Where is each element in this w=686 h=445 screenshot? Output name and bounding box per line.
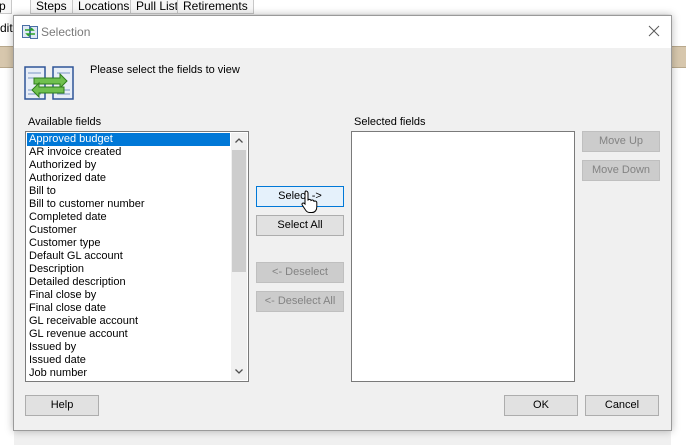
available-field-item[interactable]: Default GL account [27, 250, 230, 263]
available-fields-label: Available fields [28, 116, 102, 128]
close-icon [648, 25, 660, 37]
available-field-item[interactable]: Job number [27, 367, 230, 380]
close-button[interactable] [639, 16, 671, 48]
available-field-item[interactable]: GL revenue account [27, 328, 230, 341]
selection-app-icon [22, 25, 38, 39]
deselect-all-button[interactable]: <- Deselect All [256, 291, 344, 312]
selection-dialog: Selection Please select the fields to vi… [13, 15, 672, 431]
available-field-item[interactable]: Issued by [27, 341, 230, 354]
selected-fields-label: Selected fields [354, 116, 426, 128]
available-field-item[interactable]: Customer type [27, 237, 230, 250]
background-row-fragment: dit [0, 21, 13, 35]
background-tab-strip: p Steps Locations Pull List Retirements [0, 0, 686, 14]
help-button[interactable]: Help [25, 395, 99, 416]
available-field-item[interactable]: Final close by [27, 289, 230, 302]
available-fields-scrollbar[interactable] [231, 133, 247, 380]
background-tab-fragment: p [0, 0, 12, 14]
available-field-item[interactable]: Detailed description [27, 276, 230, 289]
scroll-up-arrow-icon [235, 138, 243, 143]
scroll-down-arrow-icon [235, 369, 243, 374]
available-field-item[interactable]: Customer [27, 224, 230, 237]
available-field-item[interactable]: Completed date [27, 211, 230, 224]
available-field-item[interactable]: Issued date [27, 354, 230, 367]
select-all-button[interactable]: Select All [256, 215, 344, 236]
move-down-button[interactable]: Move Down [582, 160, 660, 181]
available-field-item[interactable]: Authorized by [27, 159, 230, 172]
ok-button[interactable]: OK [504, 395, 578, 416]
scroll-down-button[interactable] [231, 364, 247, 380]
available-field-item[interactable]: AR invoice created [27, 146, 230, 159]
available-field-item[interactable]: Authorized date [27, 172, 230, 185]
instruction-text: Please select the fields to view [90, 64, 240, 76]
scroll-thumb[interactable] [232, 150, 246, 272]
field-transfer-icon [24, 64, 74, 102]
available-field-item[interactable]: Bill to [27, 185, 230, 198]
background-tab-steps[interactable]: Steps [30, 0, 73, 14]
deselect-button[interactable]: <- Deselect [256, 262, 344, 283]
move-up-button[interactable]: Move Up [582, 131, 660, 152]
background-right-strip [671, 46, 686, 68]
background-right-edge [671, 14, 686, 445]
available-field-item[interactable]: Description [27, 263, 230, 276]
dialog-title: Selection [41, 25, 91, 39]
available-fields-items: Approved budget AR invoice created Authori… [27, 133, 230, 380]
background-tab-retirements[interactable]: Retirements [177, 0, 254, 14]
background-left-edge [0, 14, 14, 445]
background-left-strip [0, 46, 14, 68]
available-field-item[interactable]: Approved budget [27, 133, 230, 146]
cancel-button[interactable]: Cancel [585, 395, 659, 416]
available-fields-list[interactable]: Approved budget AR invoice created Authori… [25, 131, 249, 382]
scroll-up-button[interactable] [231, 133, 247, 149]
available-field-item[interactable]: Bill to customer number [27, 198, 230, 211]
dialog-titlebar[interactable]: Selection [14, 16, 671, 48]
available-field-item[interactable]: Final close date [27, 302, 230, 315]
background-tab-locations[interactable]: Locations [72, 0, 136, 14]
background-tab-pull-list[interactable]: Pull List [130, 0, 185, 14]
mouse-pointer-icon [300, 190, 318, 214]
available-field-item[interactable]: GL receivable account [27, 315, 230, 328]
selected-fields-list[interactable] [351, 131, 575, 382]
